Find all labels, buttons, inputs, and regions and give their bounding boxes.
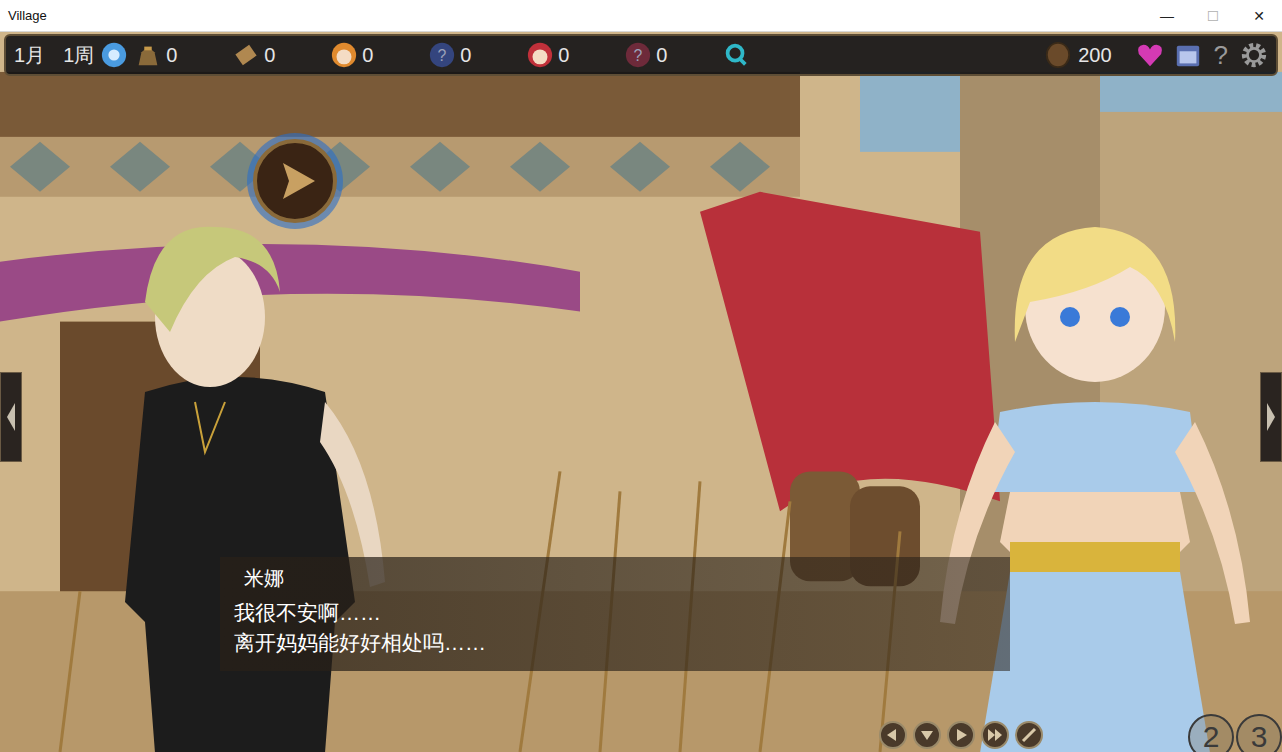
resource-counter[interactable]: 0 — [134, 41, 232, 69]
title-bar: Village —☐✕ — [0, 0, 1282, 32]
right-arrow-icon — [1261, 373, 1281, 461]
unknown-character-icon: ? — [624, 41, 652, 69]
counter-value: 0 — [558, 44, 569, 67]
window-title: Village — [8, 8, 47, 23]
week-label: 1周 — [63, 42, 94, 69]
dialogue-line: 离开妈妈能好好相处吗…… — [234, 628, 996, 658]
bag-icon — [134, 41, 162, 69]
character-face-icon — [526, 41, 554, 69]
page-buttons: 23 — [1188, 714, 1282, 752]
play-icon[interactable] — [946, 720, 976, 750]
speaker-name: 米娜 — [244, 565, 996, 592]
dialogue-box[interactable]: 米娜我很不安啊……离开妈妈能好好相处吗…… — [220, 557, 1010, 671]
calendar-icon[interactable] — [1174, 41, 1202, 69]
page-button[interactable]: 3 — [1236, 714, 1282, 752]
counter-value: 0 — [166, 44, 177, 67]
previous-scene-button[interactable] — [0, 372, 22, 462]
log-icon[interactable] — [912, 720, 942, 750]
daytime-icon — [100, 41, 128, 69]
resource-counter[interactable]: 0 — [232, 41, 330, 69]
next-scene-button[interactable] — [1260, 372, 1282, 462]
money-value: 200 — [1078, 44, 1111, 67]
window-button[interactable]: — — [1144, 0, 1190, 31]
window-button[interactable]: ☐ — [1190, 0, 1236, 31]
unknown-character-icon: ? — [428, 41, 456, 69]
window-button[interactable]: ✕ — [1236, 0, 1282, 31]
scroll-icon — [232, 41, 260, 69]
gear-icon[interactable] — [1240, 41, 1268, 69]
page-button[interactable]: 2 — [1188, 714, 1234, 752]
resource-counter[interactable]: ?0 — [624, 41, 722, 69]
svg-text:?: ? — [438, 47, 447, 64]
search-icon[interactable] — [722, 41, 750, 69]
game-scene: 1月1周000?00?0200?米娜我很不安啊……离开妈妈能好好相处吗……23 — [0, 32, 1282, 752]
resource-counter[interactable]: ?0 — [428, 41, 526, 69]
counter-value: 0 — [460, 44, 471, 67]
counter-value: 0 — [656, 44, 667, 67]
status-bar: 1月1周000?00?0200? — [4, 34, 1278, 76]
svg-text:?: ? — [634, 47, 643, 64]
back-icon[interactable] — [878, 720, 908, 750]
hide-icon[interactable] — [1014, 720, 1044, 750]
female-character — [930, 212, 1260, 752]
resource-counter[interactable]: 0 — [526, 41, 624, 69]
play-button[interactable] — [245, 131, 345, 231]
heart-icon[interactable] — [1136, 41, 1164, 69]
coin-icon — [1044, 41, 1072, 69]
dialogue-line: 我很不安啊…… — [234, 598, 996, 628]
counter-value: 0 — [362, 44, 373, 67]
window-controls: —☐✕ — [1144, 0, 1282, 31]
resource-counter[interactable]: 0 — [330, 41, 428, 69]
help-button[interactable]: ? — [1214, 40, 1228, 71]
counter-value: 0 — [264, 44, 275, 67]
month-label: 1月 — [14, 42, 45, 69]
playback-controls: 23 — [878, 714, 1282, 752]
character-face-icon — [330, 41, 358, 69]
game-window: Village—☐✕1月1周000?00?0200?米娜我很不安啊……离开妈妈能… — [0, 0, 1282, 752]
left-arrow-icon — [1, 373, 21, 461]
skip-icon[interactable] — [980, 720, 1010, 750]
